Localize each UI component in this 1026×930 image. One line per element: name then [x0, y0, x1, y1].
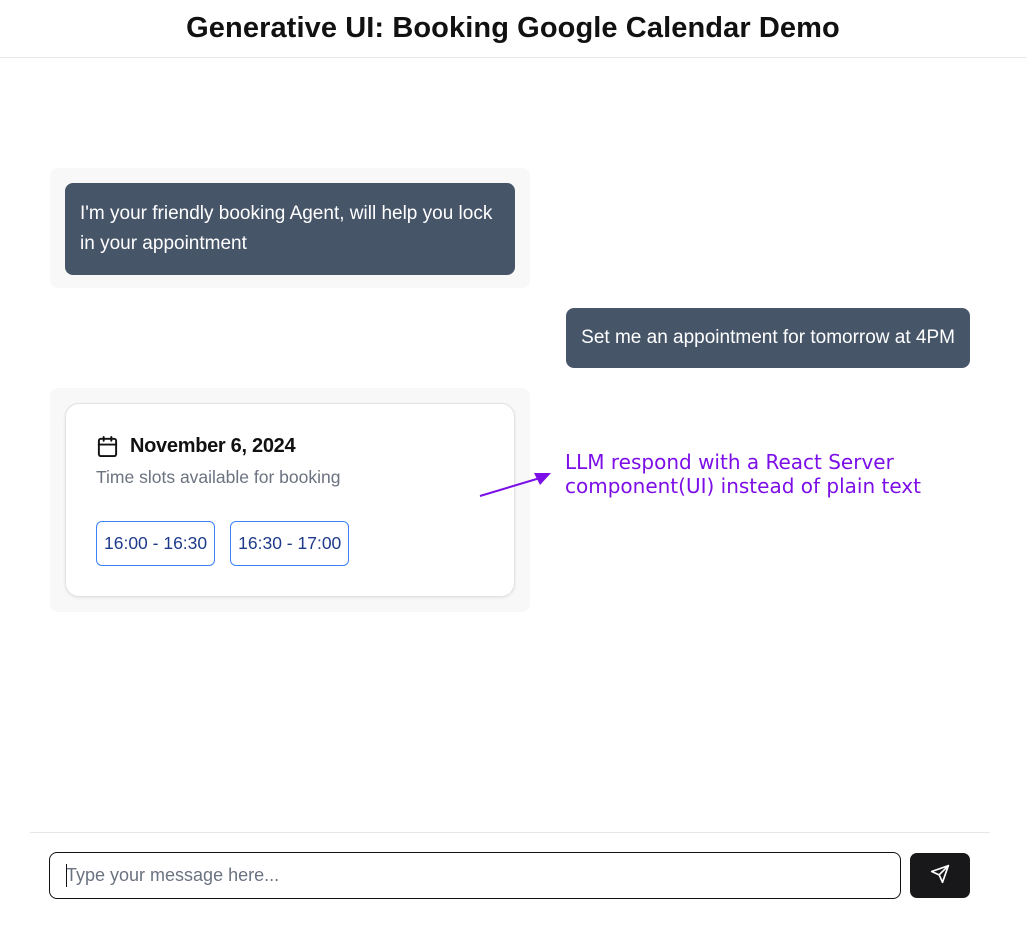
text-caret [66, 864, 67, 887]
booking-subtitle: Time slots available for booking [96, 467, 341, 487]
message-input[interactable] [49, 852, 901, 899]
annotation-line: component(UI) instead of plain text [565, 474, 921, 498]
booking-date: November 6, 2024 [130, 435, 296, 457]
composer-divider [30, 832, 990, 833]
send-icon [930, 864, 950, 887]
time-slot-button[interactable]: 16:00 - 16:30 [96, 521, 216, 566]
assistant-ui-wrapper: November 6, 2024 Time slots available fo… [50, 388, 530, 612]
annotation-text: LLM respond with a React Server componen… [565, 450, 921, 498]
assistant-message: I'm your friendly booking Agent, will he… [65, 183, 515, 275]
assistant-message-wrapper: I'm your friendly booking Agent, will he… [50, 168, 530, 288]
time-slot-button[interactable]: 16:30 - 17:00 [230, 521, 350, 566]
send-button[interactable] [910, 853, 970, 898]
booking-card-header: November 6, 2024 [96, 435, 484, 458]
calendar-icon [96, 435, 119, 458]
app-header: Generative UI: Booking Google Calendar D… [0, 0, 1026, 58]
annotation-arrow-icon [479, 473, 551, 497]
booking-card: November 6, 2024 Time slots available fo… [65, 403, 515, 597]
annotation-line: LLM respond with a React Server [565, 450, 894, 474]
user-message: Set me an appointment for tomorrow at 4P… [566, 308, 970, 368]
page-title: Generative UI: Booking Google Calendar D… [186, 12, 840, 44]
time-slot-list: 16:00 - 16:30 16:30 - 17:00 [96, 521, 484, 566]
